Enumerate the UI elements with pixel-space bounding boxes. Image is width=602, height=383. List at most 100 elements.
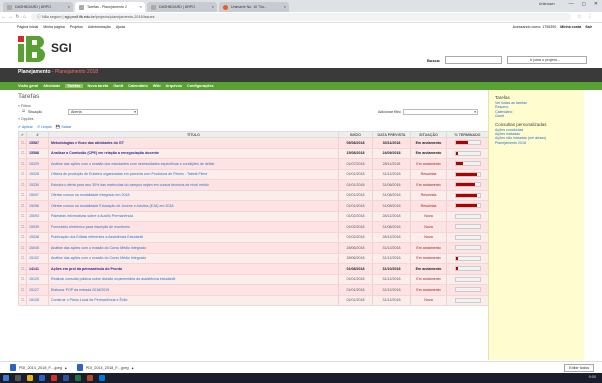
table-row[interactable]: ☐ 14141 Ações em prol da permanência do Pr… [18,263,489,275]
show-all-downloads-button[interactable]: Exibir todos [564,364,594,372]
table-row[interactable]: ☐ 15330 Estruturo oferta para ano 30% das … [18,179,489,191]
home-icon[interactable]: ⌂ [21,14,28,20]
row-checkbox[interactable]: ☐ [18,179,27,191]
row-checkbox[interactable]: ☐ [18,221,27,233]
apply-button[interactable]: ✔ Aplicar [18,125,33,129]
browser-tab-active[interactable]: Tarefas - Planejamento 2 × [75,2,145,12]
clear-button[interactable]: ↺ Limpar [37,125,52,129]
issue-id[interactable]: 15588 [26,148,49,159]
menu-new-issue[interactable]: Nova tarefa [88,84,109,88]
mail-icon[interactable] [99,375,105,381]
menu-gantt[interactable]: Gantt [113,84,123,88]
table-row[interactable]: ☐ 15093 Palestras informativas sobre a Aux… [18,211,489,222]
table-row[interactable]: ☐ 15038 Publicação dos Editais referentes … [18,232,489,243]
issue-title[interactable]: Análise das ações com o evasão do Curso … [48,242,339,254]
row-checkbox[interactable]: ☐ [18,295,27,306]
issue-title[interactable]: Analisar a Comissão (CPE) em relação a r… [48,148,339,159]
row-checkbox[interactable]: ☐ [18,200,27,212]
row-checkbox[interactable]: ☐ [18,148,27,159]
issue-id[interactable]: 15120 [26,274,49,285]
issue-id[interactable]: 15097 [26,190,49,201]
table-row[interactable]: ☐ 15128 Construir o Plano Local de Permanê… [18,295,489,306]
issue-title[interactable]: Elaborar POP da entrada 2018/2019 [48,284,339,296]
reload-icon[interactable]: ↻ [14,14,21,20]
close-window-icon[interactable]: ✕ [594,1,598,7]
table-row[interactable]: ☐ 15127 Elaborar POP da entrada 2018/2019 0… [18,284,489,296]
row-checkbox[interactable]: ☐ [18,158,27,170]
issue-id[interactable]: 15096 [26,200,49,212]
chrome-icon[interactable] [51,375,57,381]
browser-tab[interactable]: Unimarte No. 10 "Do... × [219,2,289,12]
issue-title[interactable]: Ofertar cursos na modalidade Integrado e… [48,190,339,201]
table-row[interactable]: ☐ 15045 Análise das ações com o evasão do … [18,242,489,254]
row-checkbox[interactable]: ☐ [18,211,27,222]
maximize-icon[interactable]: ◻ [582,1,586,7]
explorer-icon[interactable] [27,375,33,381]
row-checkbox[interactable]: ☐ [18,137,27,149]
back-icon[interactable]: ← [0,14,7,20]
menu-wiki[interactable]: Wiki [153,84,161,88]
menu-files[interactable]: Arquivos [166,84,182,88]
browser-user[interactable]: Unknown [539,2,555,7]
browser-menu-icon[interactable]: ⋮ [587,14,592,20]
menu-issues[interactable]: Tarefas [65,84,83,88]
table-row[interactable]: ☐ 15329 Análise das ações com o evasão dos… [18,158,489,170]
top-menu-help[interactable]: Ajuda [116,23,125,31]
issue-id[interactable]: 15330 [26,179,49,191]
url-input[interactable]: ⓘ Não seguro | sgi.proif.ifb.edu.br/proj… [31,13,571,21]
filter-status-checkbox[interactable]: ☑ [22,109,25,113]
issue-id[interactable]: 15328 [26,169,49,180]
browser-tab[interactable]: DASHBOARD | DRPO × [147,2,217,12]
issue-title[interactable]: Formulário eletrônico para inscrição de … [48,221,339,233]
table-row[interactable]: ☐ 15039 Formulário eletrônico para inscriç… [18,221,489,233]
menu-calendar[interactable]: Calendário [128,84,148,88]
issue-title[interactable]: Realizar consulta pública sobre divisão … [48,274,339,285]
app-icon[interactable] [39,375,45,381]
row-checkbox[interactable]: ☐ [18,169,27,180]
close-tab-icon[interactable]: × [284,2,286,12]
table-row[interactable]: ☐ 15097 Ofertar cursos na modalidade Integ… [18,190,489,201]
issue-title[interactable]: Oficina de produção de Eubeins organizad… [48,169,339,180]
issue-id[interactable]: 15127 [26,284,49,296]
issue-id[interactable]: 15128 [26,295,49,306]
search-input[interactable] [445,56,502,64]
issue-title[interactable]: Análise das ações com o evasão dos estud… [48,158,339,170]
issue-id[interactable]: 15329 [26,158,49,170]
powerpoint-icon[interactable] [87,375,93,381]
row-checkbox[interactable]: ☐ [18,242,27,254]
issue-title[interactable]: Metodologias e fluxo das atividades do G… [48,137,339,149]
table-row[interactable]: ☐ 15096 Ofertar cursos na modalidade Educa… [18,200,489,212]
save-button[interactable]: 💾 Salvar [56,125,72,129]
issue-id[interactable]: 15039 [26,221,49,233]
excel-icon[interactable] [75,375,81,381]
row-checkbox[interactable]: ☐ [18,263,27,275]
table-row[interactable]: ☐ 15587 Metodologias e fluxo das atividade… [18,137,489,149]
menu-overview[interactable]: Visão geral [18,84,38,88]
top-menu-projects[interactable]: Projetos [70,23,83,31]
top-menu-home[interactable]: Página inicial [17,23,38,31]
download-item[interactable]: PDI_2014_2018_F....jpeg ▴ [10,364,67,371]
forward-icon[interactable]: → [7,14,14,20]
row-checkbox[interactable]: ☐ [18,284,27,296]
row-checkbox[interactable]: ☐ [18,274,27,285]
issue-title[interactable]: Estruturo oferta para ano 30% das matríc… [48,179,339,191]
menu-settings[interactable]: Configurações [187,84,214,88]
issue-title[interactable]: Construir o Plano Local de Permanência e… [48,295,339,306]
project-jump-select[interactable]: Ir para o projeto... [507,56,587,64]
start-icon[interactable] [3,375,9,381]
issue-title[interactable]: Análise das ações com o evasão do Curso … [48,253,339,264]
row-checkbox[interactable]: ☐ [18,232,27,243]
table-row[interactable]: ☐ 15120 Realizar consulta pública sobre di… [18,274,489,285]
word-icon[interactable] [63,375,69,381]
bookmark-star-icon[interactable]: ☆ [577,14,581,20]
minimize-icon[interactable]: — [569,1,574,7]
close-tab-icon[interactable]: × [212,2,214,12]
issue-id[interactable]: 15038 [26,232,49,243]
issue-title[interactable]: Palestras informativas sobre a Auxílio P… [48,211,339,222]
issue-id[interactable]: 15587 [26,137,49,149]
issue-id[interactable]: 15102 [26,253,49,264]
search-icon[interactable] [15,375,21,381]
issue-id[interactable]: 15045 [26,242,49,254]
filter-status-operator[interactable]: Aberta [68,109,138,115]
issue-title[interactable]: Ofertar cursos na modalidade Educação de… [48,200,339,212]
